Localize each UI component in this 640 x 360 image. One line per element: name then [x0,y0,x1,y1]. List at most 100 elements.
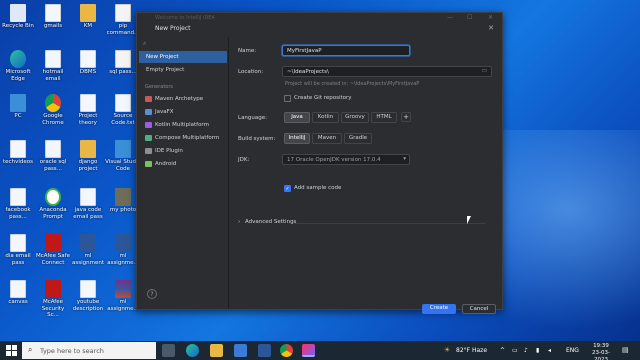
chevron-down-icon: ▾ [403,156,406,162]
desktop-icon-techvideos[interactable]: techvideos [0,140,36,166]
desktop-icon-label: java code email pass [73,207,103,220]
desktop-icon-mcafee-security-scan[interactable]: McAfee Security Sc... [35,280,71,319]
generator-item[interactable]: Kotlin Multiplatform [141,119,227,131]
task-view-icon[interactable] [162,344,175,357]
sample-code-checkbox[interactable]: ✓ [284,185,291,192]
store-icon[interactable] [234,344,247,357]
minimize-icon[interactable]: — [447,14,453,21]
volume-icon[interactable]: ◂ [548,347,551,354]
weather-text[interactable]: 82°F Haze [456,347,487,354]
desktop-icon-java-code-email-pass[interactable]: java code email pass [70,188,106,220]
help-button[interactable]: ? [147,289,157,299]
visual-studio-code-icon [115,140,131,158]
mail-icon[interactable] [258,344,271,357]
divider [294,223,486,224]
desktop-icon-facebook-pass[interactable]: facebook pass... [0,188,36,220]
build-intellij[interactable]: IntelliJ [284,133,310,144]
advanced-settings-toggle[interactable]: › Advanced Settings [238,219,296,225]
desktop-icon-gmails[interactable]: gmails [35,4,71,30]
network-icon[interactable]: ▭ [512,347,518,354]
generator-icon [145,148,152,154]
desktop-icon-pc[interactable]: PC [0,94,36,120]
microphone-icon[interactable]: ♪ [524,347,528,354]
desktop-icon-km[interactable]: KM [70,4,106,30]
project-theory-icon [80,94,96,112]
desktop-icon-mcafee-safe-connect[interactable]: McAfee Safe Connect [35,234,71,266]
desktop-icon-label: youtube description [72,299,104,312]
sidebar-item-new-project[interactable]: New Project [139,51,227,63]
canvas-icon [10,280,26,298]
create-button[interactable]: Create [422,304,456,314]
dialog-title: New Project [155,25,191,32]
desktop-icon-microsoft-edge[interactable]: Microsoft Edge [0,50,36,82]
generator-item[interactable]: IDE Plugin [141,145,227,157]
desktop-icon-label: ml assignment [72,253,104,266]
edge-icon[interactable] [186,344,199,357]
source-code-icon [115,94,131,112]
desktop-icon-anaconda-prompt[interactable]: Anaconda Prompt [35,188,71,220]
clock[interactable]: 19:39 23-03-2023 [586,343,616,360]
generator-label: Maven Archetype [155,96,204,102]
language-html[interactable]: HTML [371,112,397,123]
desktop-icon-recycle-bin[interactable]: Recycle Bin [0,4,36,30]
chevron-up-icon[interactable]: ^ [500,347,505,354]
desktop-icon-dbms[interactable]: DBMS [70,50,106,76]
intellij-icon[interactable] [302,344,315,357]
git-checkbox[interactable] [284,95,291,102]
maximize-icon[interactable]: ☐ [467,14,472,21]
project-form: Name: MyFirstJavaP Location: ~\IdeaProje… [230,37,502,314]
build-system-label: Build system: [238,136,276,142]
file-explorer-icon[interactable] [210,344,223,357]
battery-icon[interactable]: ▮ [536,347,539,354]
language-label: Language: [238,115,267,121]
language-kotlin[interactable]: Kotlin [312,112,339,123]
windows-start-icon[interactable] [6,345,17,356]
generator-item[interactable]: JavaFX [141,106,227,118]
chrome-icon[interactable] [280,344,293,357]
generator-item[interactable]: Compose Multiplatform [141,132,227,144]
clock-date: 23-03-2023 [592,350,610,360]
ml-assignment-2-icon [115,234,131,252]
desktop-icon-label: techvideos [3,159,33,165]
taskbar-search-input[interactable]: ⌕ Type here to search [22,342,156,359]
cancel-button[interactable]: Cancel [462,304,496,314]
generator-item[interactable]: Maven Archetype [141,93,227,105]
close-icon[interactable]: ✕ [488,24,494,32]
notifications-icon[interactable]: ▤ [622,346,629,354]
gmails-icon [45,4,61,22]
desktop-icon-canvas[interactable]: canvas [0,280,36,306]
window-close-icon[interactable]: ✕ [488,14,493,21]
facebook-pass-icon [10,188,26,206]
desktop-icon-django-project[interactable]: django project [70,140,106,172]
folder-icon[interactable]: ▭ [482,68,487,74]
generator-label: Kotlin Multiplatform [155,122,209,128]
build-maven[interactable]: Maven [312,133,342,144]
desktop-icon-label: hotmail email [42,69,64,82]
language-indicator[interactable]: ENG [566,347,579,354]
language-groovy[interactable]: Groovy [341,112,369,123]
weather-icon: ☀ [444,346,451,354]
desktop-icon-dia-email-pass[interactable]: dia email pass [0,234,36,266]
window-titlebar[interactable]: Welcome to IntelliJ IDEA — ☐ ✕ [137,13,502,23]
desktop-icon-youtube-description[interactable]: youtube description [70,280,106,312]
desktop-icon-ml-assignment[interactable]: ml assignment [70,234,106,266]
build-gradle[interactable]: Gradle [344,133,372,144]
jdk-select[interactable]: 17 Oracle OpenJDK version 17.0.4 ▾ [282,154,410,165]
add-language-button[interactable]: + [401,112,411,122]
desktop-icon-label: Anaconda Prompt [39,207,67,220]
desktop-icon-project-theory[interactable]: Project theory [70,94,106,126]
window-title: Welcome to IntelliJ IDEA [155,15,215,21]
desktop-icon-hotmail-email[interactable]: hotmail email [35,50,71,82]
desktop-icon-google-chrome[interactable]: Google Chrome [35,94,71,126]
generator-item[interactable]: Android [141,158,227,170]
desktop-icon-oracle-sql-pass[interactable]: oracle sql pass... [35,140,71,172]
sidebar-item-empty-project[interactable]: Empty Project [139,64,227,76]
language-java[interactable]: Java [284,112,310,123]
chevron-right-icon: › [238,219,241,225]
search-icon[interactable]: ⌕ [143,40,223,49]
location-input[interactable]: ~\IdeaProjects\ ▭ [282,66,492,77]
git-checkbox-label: Create Git repository [294,95,352,101]
jdk-label: JDK: [238,157,250,163]
desktop-icon-label: Microsoft Edge [5,69,31,82]
name-input[interactable]: MyFirstJavaP [282,45,410,56]
